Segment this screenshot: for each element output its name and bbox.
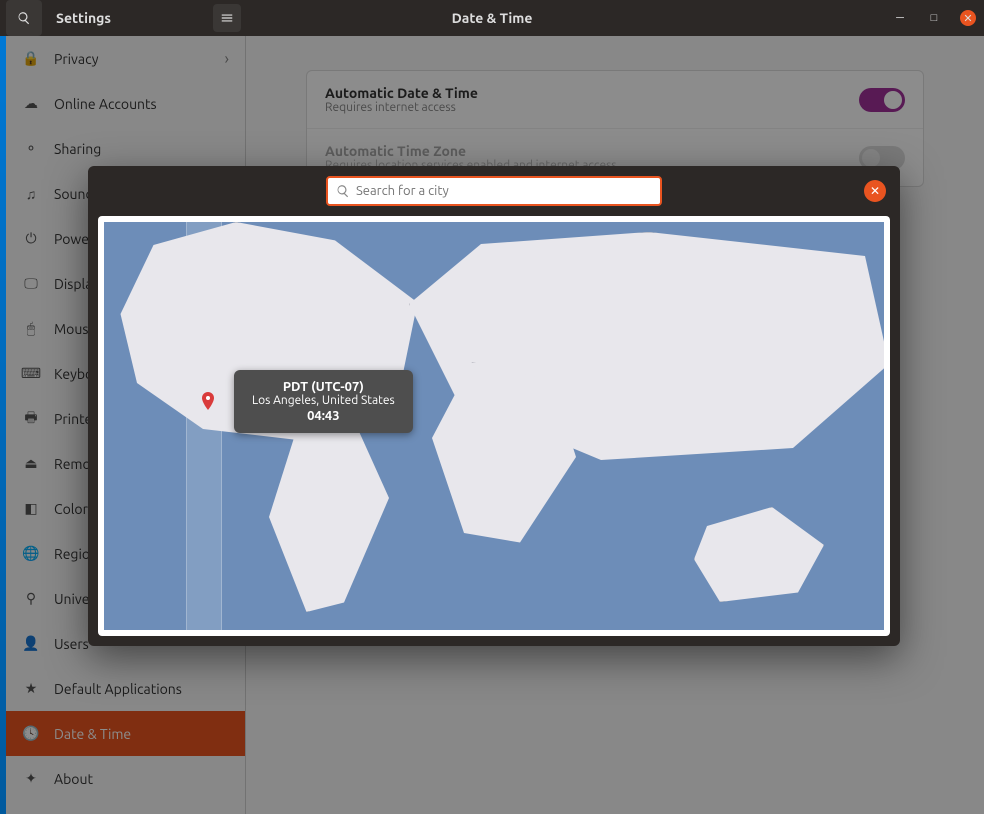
tooltip-time: 04:43	[252, 409, 395, 423]
search-icon	[17, 11, 31, 25]
tooltip-location: Los Angeles, United States	[252, 394, 395, 407]
close-button[interactable]: ✕	[960, 10, 976, 26]
timezone-dialog: ✕ PDT (UTC-07) Los Angeles, United State…	[88, 166, 900, 646]
timezone-map[interactable]: PDT (UTC-07) Los Angeles, United States …	[104, 222, 884, 630]
dialog-header: ✕	[88, 166, 900, 216]
city-search-input[interactable]	[356, 184, 652, 198]
landmass-au	[694, 507, 824, 602]
hamburger-menu-button[interactable]	[213, 4, 241, 32]
maximize-button[interactable]: □	[926, 10, 942, 26]
minimize-button[interactable]: ─	[892, 10, 908, 26]
map-container: PDT (UTC-07) Los Angeles, United States …	[98, 216, 890, 636]
tooltip-timezone: PDT (UTC-07)	[252, 380, 395, 394]
landmass-sa	[254, 422, 404, 612]
settings-title: Settings	[56, 10, 111, 26]
search-icon	[336, 184, 350, 198]
search-button[interactable]	[6, 0, 42, 36]
city-search-field[interactable]	[326, 176, 662, 206]
dialog-close-button[interactable]: ✕	[864, 180, 886, 202]
window-titlebar: Settings Date & Time ─ □ ✕	[0, 0, 984, 36]
page-title: Date & Time	[452, 10, 533, 26]
location-pin-icon	[202, 392, 214, 410]
hamburger-icon	[220, 11, 234, 25]
timezone-tooltip: PDT (UTC-07) Los Angeles, United States …	[234, 370, 413, 433]
